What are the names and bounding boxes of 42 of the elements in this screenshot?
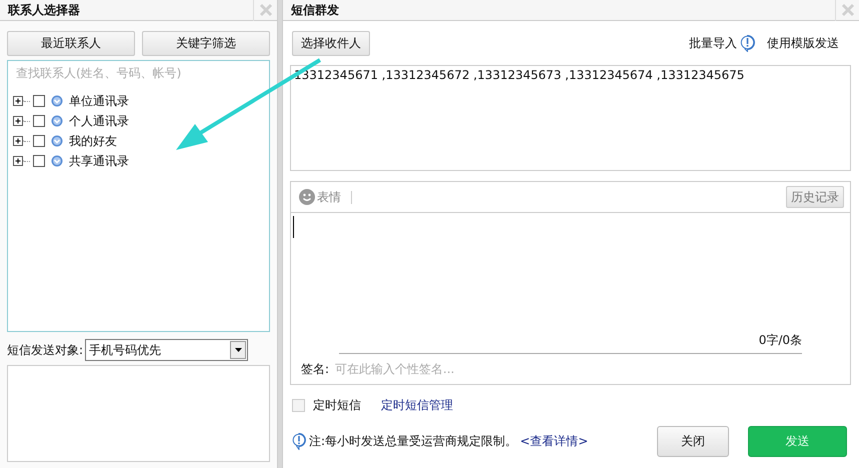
contact-group-icon <box>51 155 63 167</box>
checkbox[interactable] <box>33 155 45 167</box>
tree-item[interactable]: 我的好友 <box>69 132 117 150</box>
contact-group-icon <box>51 135 63 147</box>
emoji-button[interactable]: 表情 <box>299 188 341 206</box>
expand-icon[interactable] <box>13 136 24 146</box>
recipients-field[interactable]: 13312345671 ,13312345672 ,13312345673 ,13312345674 ,13312345675 <box>290 65 851 171</box>
expand-icon[interactable] <box>13 96 24 106</box>
info-icon <box>292 433 306 450</box>
close-icon <box>258 3 272 17</box>
field-label: 签名: <box>301 360 330 378</box>
import-link[interactable]: 批量导入 <box>689 35 737 52</box>
checkbox-label: 定时短信 <box>313 397 361 414</box>
filter-button[interactable]: 关键字筛选 <box>142 31 270 56</box>
checkbox[interactable] <box>33 115 45 127</box>
character-counter: 0字/0条 <box>758 332 802 349</box>
template-send-link[interactable]: 使用模版发送 <box>767 35 839 52</box>
target-dropdown[interactable]: 手机号码优先 <box>85 339 248 361</box>
close-dialog-button[interactable]: 关闭 <box>657 426 729 457</box>
filter-button[interactable]: 最近联系人 <box>7 31 135 56</box>
expand-icon[interactable] <box>13 156 24 166</box>
field-label: 短信发送对象: <box>7 342 84 358</box>
text-cursor <box>293 216 294 238</box>
expand-icon[interactable] <box>13 116 24 126</box>
history-button[interactable]: 历史记录 <box>786 186 844 208</box>
close-icon <box>840 3 854 17</box>
smiley-icon <box>299 189 315 205</box>
contact-group-icon <box>51 95 63 107</box>
contact-group-icon <box>51 115 63 127</box>
tree-item[interactable]: 个人通讯录 <box>69 112 129 130</box>
choose-recipients-button[interactable]: 选择收件人 <box>292 31 370 56</box>
schedule-manage-link[interactable]: 定时短信管理 <box>381 397 453 414</box>
tree-item[interactable]: 单位通讯录 <box>69 92 129 110</box>
dropdown-arrow-icon <box>234 348 242 352</box>
panel-title: 短信群发 <box>291 2 339 18</box>
checkbox[interactable] <box>33 135 45 147</box>
panel-title: 联系人选择器 <box>8 2 80 18</box>
checkbox[interactable] <box>33 95 45 107</box>
info-icon <box>740 35 755 52</box>
tree-item[interactable]: 共享通讯录 <box>69 152 129 170</box>
note-text: 注:每小时发送总量受运营商规定限制。 <box>309 433 518 450</box>
details-link[interactable]: <查看详情> <box>520 433 588 450</box>
